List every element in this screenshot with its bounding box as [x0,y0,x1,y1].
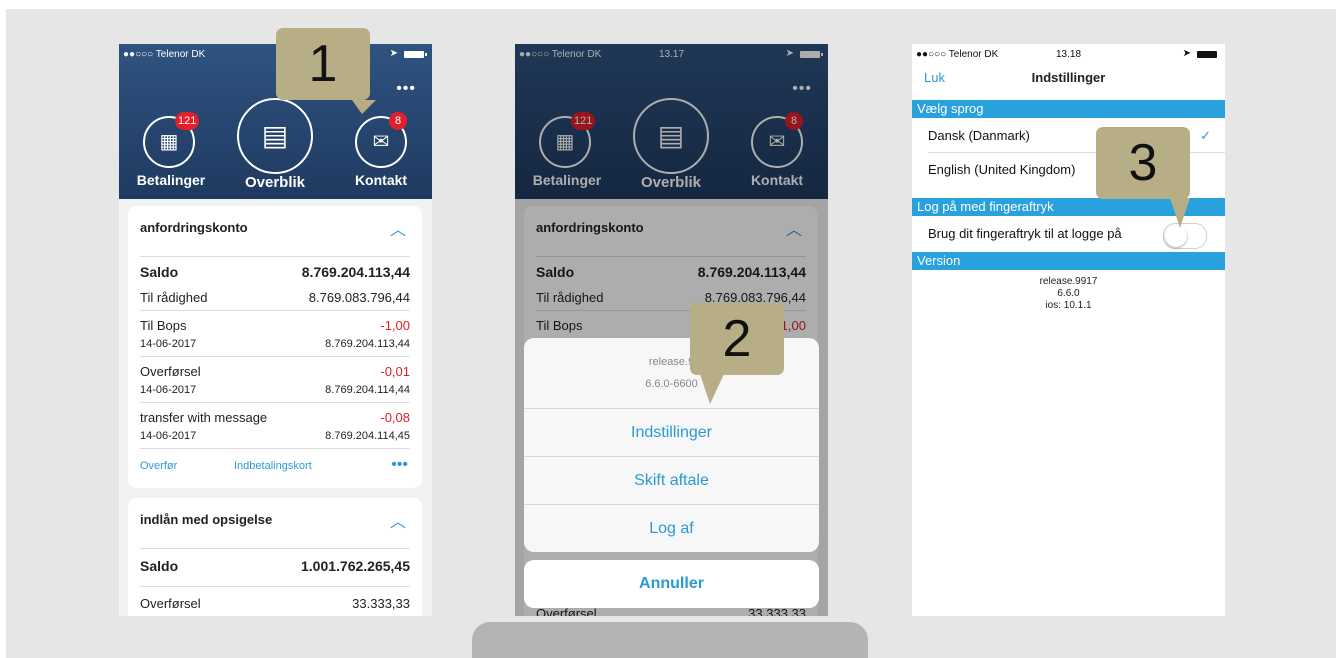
language-option-danish[interactable]: Dansk (Danmark) [928,128,1030,143]
account-name[interactable]: anfordringskonto [140,220,248,235]
balance-label: Saldo [140,558,179,574]
overview-icon[interactable]: ▤ [237,98,313,174]
carrier-label: ●●○○○ Telenor DK [123,49,206,60]
callout-1-pointer [352,100,376,114]
switch-agreement-button[interactable]: Skift aftale [524,456,819,505]
page-title: Indstillinger [1031,70,1106,85]
available-label: Til rådighed [140,290,208,305]
section-version: Version [912,252,1225,270]
language-option-english[interactable]: English (United Kingdom) [928,162,1075,177]
cancel-button[interactable]: Annuller [524,560,819,608]
callout-3-pointer [1170,198,1190,228]
tx-balance: 8.769.204.113,44 [325,338,410,350]
version-ios: ios: 10.1.1 [1045,300,1092,311]
location-icon: ➤ [389,48,398,59]
version-release: release.9917 [1039,276,1098,287]
toggle-knob [1165,225,1187,247]
callout-1: 1 [276,28,370,100]
more-actions-button[interactable]: ••• [391,456,408,474]
tx-date: 14-06-2017 [140,430,197,442]
log-out-button[interactable]: Log af [524,504,819,552]
contact-badge: 8 [389,112,407,130]
tx-title[interactable]: Overførsel [140,596,201,611]
clock-label: 13.18 [1055,49,1082,60]
payments-badge: 121 [175,112,200,130]
tx-balance: 8.769.204.114,44 [325,384,410,396]
balance-label: Saldo [140,264,179,280]
section-language: Vælg sprog [912,100,1225,118]
balance-value: 8.769.204.113,44 [301,264,410,280]
chevron-up-icon[interactable]: ︿ [390,508,406,532]
balance-value: 1.001.762.265,45 [301,558,410,574]
settings-button[interactable]: Indstillinger [524,408,819,457]
tx-title[interactable]: Til Bops [140,318,186,333]
checkmark-icon: ✓ [1200,128,1211,143]
build-label: 6.6.0-6600 [645,378,698,390]
nav-payments-label[interactable]: Betalinger [131,172,211,188]
account-name[interactable]: indlån med opsigelse [140,512,272,527]
tx-amount: -1,00 [380,318,410,333]
tx-amount: -0,01 [380,364,410,379]
phone-overview: ●●○○○ Telenor DK ➤ ••• ▦ 121 Betalinger … [119,44,432,616]
account-card: anfordringskonto ︿ Saldo 8.769.204.113,4… [128,206,422,488]
tx-amount: 33.333,33 [352,596,410,611]
location-icon: ➤ [1182,48,1191,59]
nav-overview-label[interactable]: Overblik [225,174,325,191]
version-number: 6.6.0 [1057,288,1080,299]
tx-title[interactable]: Overførsel [140,364,201,379]
callout-2-pointer [700,374,724,404]
callout-3: 3 [1096,127,1190,199]
tx-amount: -0,08 [380,410,410,425]
battery-icon [404,51,427,58]
tx-title[interactable]: transfer with message [140,410,267,425]
more-menu-button[interactable]: ••• [396,80,416,98]
payment-card-link[interactable]: Indbetalingskort [234,460,312,472]
transfer-link[interactable]: Overfør [140,460,177,472]
tx-date: 14-06-2017 [140,384,197,396]
nav-contact-label[interactable]: Kontakt [345,172,417,188]
tx-date: 14-06-2017 [140,338,197,350]
chevron-up-icon[interactable]: ︿ [390,216,406,240]
callout-2: 2 [690,303,784,375]
status-bar: ●●○○○ Telenor DK 13.18 ➤ [912,44,1225,64]
tx-balance: 8.769.204.114,45 [325,430,410,442]
viewer-toolbar[interactable] [472,622,868,658]
battery-icon [1197,51,1220,58]
available-value: 8.769.083.796,44 [308,290,410,305]
account-card: indlån med opsigelse ︿ Saldo 1.001.762.2… [128,498,422,616]
fingerprint-label: Brug dit fingeraftryk til at logge på [928,226,1122,241]
